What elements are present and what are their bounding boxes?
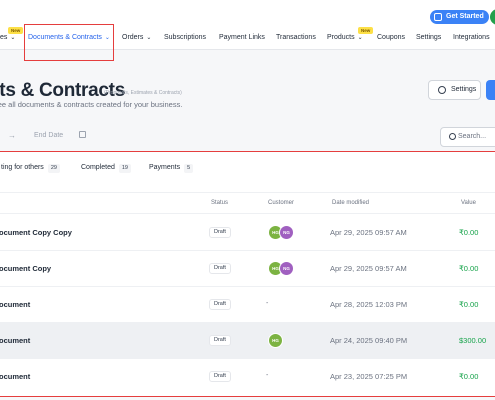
tab-count: 29 [47,164,60,173]
document-name[interactable]: ocument [0,372,30,381]
nav-item-transactions[interactable]: Transactions [276,34,316,41]
chevron-down-icon: ⌄ [357,35,363,41]
status-badge: Draft [209,227,231,238]
nav-item-label: Products [327,34,355,41]
document-value: ₹0.00 [459,228,479,237]
column-header-value[interactable]: Value [461,200,476,206]
nav-item-subscriptions[interactable]: Subscriptions [164,34,206,41]
arrow-right-icon: → [8,131,16,140]
status-badge: Draft [209,371,231,382]
date-modified: Apr 23, 2025 07:25 PM [330,372,408,381]
gear-icon [438,86,446,94]
document-name[interactable]: ocument [0,336,30,345]
table-row[interactable]: ocument Draft - Apr 28, 2025 12:03 PM ₹0… [0,287,495,323]
table-row[interactable]: ocument Draft HG Apr 24, 2025 09:40 PM $… [0,323,495,359]
date-modified: Apr 29, 2025 09:57 AM [330,228,407,237]
nav-item-payment-links[interactable]: Payment Links [219,34,265,41]
search-icon [449,133,456,140]
date-modified: Apr 29, 2025 09:57 AM [330,264,407,273]
tab-label: Completed [81,164,115,171]
column-header-date-modified[interactable]: Date modified [332,200,369,206]
nav-item-label: Settings [416,34,442,41]
avatar[interactable] [490,9,495,25]
document-value: $300.00 [459,336,487,345]
document-value: ₹0.00 [459,372,479,381]
status-tabs: ting for others 29 Completed 19 Payments 5 [0,152,495,188]
tab-count: 19 [118,164,131,173]
document-name[interactable]: ocument Copy [0,264,51,273]
tab-payments[interactable]: Payments 5 [149,164,194,173]
nav-item-es[interactable]: es ⌄ [0,34,15,41]
date-modified: Apr 24, 2025 09:40 PM [330,336,408,345]
new-badge: New [358,27,374,34]
nav-item-label: Orders [122,34,144,41]
nav-item-label: es [0,34,8,41]
calendar-icon[interactable] [79,131,86,138]
nav-item-products[interactable]: Products ⌄ [327,34,363,41]
customer-empty: - [266,372,269,379]
table-row[interactable]: ocument Copy Copy Draft HG NG Apr 29, 20… [0,215,495,251]
chevron-down-icon: ⌄ [146,35,152,41]
table-header: Status Customer Date modified Value [0,192,495,214]
avatar: HG [268,333,283,348]
customer-empty: - [266,300,269,307]
nav-item-integrations[interactable]: Integrations [453,34,490,41]
table-row[interactable]: ocument Copy Draft HG NG Apr 29, 2025 09… [0,251,495,287]
table-row[interactable]: ocument Draft - Apr 23, 2025 07:25 PM ₹0… [0,359,495,395]
tab-count: 5 [184,164,194,173]
card-icon [434,13,442,21]
document-name[interactable]: ocument Copy Copy [0,228,72,237]
end-date-input[interactable]: End Date [34,132,63,139]
column-header-status[interactable]: Status [211,200,228,206]
document-value: ₹0.00 [459,300,479,309]
get-started-label: Get Started [446,13,484,20]
column-header-customer[interactable]: Customer [268,200,294,206]
tab-waiting-for-others[interactable]: ting for others 29 [1,164,60,173]
document-value: ₹0.00 [459,264,479,273]
nav-item-label: Payment Links [219,34,265,41]
nav-item-label: Integrations [453,34,490,41]
search-input[interactable]: Search... [440,127,495,147]
status-badge: Draft [209,299,231,310]
chevron-down-icon: ⌄ [10,35,16,41]
highlight-box [24,24,114,61]
tab-label: ting for others [1,164,44,171]
tab-label: Payments [149,164,181,171]
new-badge: New [8,27,24,34]
primary-action-button[interactable] [486,80,495,100]
app-root: Get Started New es ⌄ Documents & Contract… [0,0,495,400]
nav-item-coupons[interactable]: Coupons [377,34,405,41]
settings-button[interactable]: Settings [428,80,481,100]
get-started-button[interactable]: Get Started [430,10,489,24]
nav-item-label: Transactions [276,34,316,41]
page-title-suffix: (Proposals, Estimates & Contracts) [104,90,182,96]
search-placeholder: Search... [458,133,487,140]
page-description: see all documents & contracts created fo… [0,100,183,109]
nav-item-label: Subscriptions [164,34,207,41]
status-badge: Draft [209,263,231,274]
documents-table: ting for others 29 Completed 19 Payments 5 … [0,151,495,397]
nav-item-label: Coupons [377,34,406,41]
date-modified: Apr 28, 2025 12:03 PM [330,300,408,309]
tab-completed[interactable]: Completed 19 [81,164,131,173]
document-name[interactable]: ocument [0,300,30,309]
avatar: NG [279,225,294,240]
nav-item-settings[interactable]: Settings [416,34,441,41]
settings-label: Settings [451,86,477,93]
status-badge: Draft [209,335,231,346]
avatar: NG [279,261,294,276]
nav-item-orders[interactable]: Orders ⌄ [122,34,151,41]
